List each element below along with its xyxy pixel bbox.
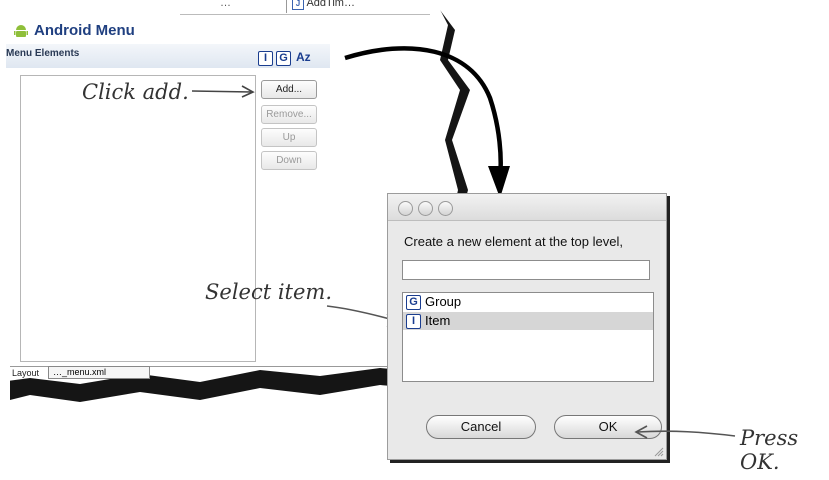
top-tab-1[interactable]: … [220, 0, 231, 9]
dialog-titlebar [388, 194, 666, 221]
annotation-press-ok: Press OK. [740, 426, 799, 474]
dialog-prompt: Create a new element at the top level, [404, 234, 623, 249]
annotation-click-add: Click add. [82, 80, 189, 104]
group-filter-icon[interactable]: G [276, 51, 291, 66]
list-item-item[interactable]: I Item [403, 312, 653, 330]
arrow-to-add [191, 85, 255, 98]
layout-tab[interactable]: Layout [12, 368, 39, 378]
resize-grip-icon[interactable] [654, 447, 664, 457]
top-tab-2[interactable]: J AddTim… [292, 0, 355, 10]
up-button[interactable]: Up [261, 128, 317, 147]
menu-xml-tab[interactable]: …_menu.xml [48, 366, 150, 379]
close-window-icon[interactable] [398, 201, 413, 216]
add-button[interactable]: Add... [261, 80, 317, 99]
java-file-icon: J [292, 0, 304, 10]
section-header: Menu Elements I G Az [6, 44, 330, 68]
sort-alpha-icon[interactable]: Az [296, 50, 311, 64]
cancel-button[interactable]: Cancel [426, 415, 536, 439]
list-item-group[interactable]: G Group [403, 293, 653, 311]
element-type-list[interactable]: G Group I Item [402, 292, 654, 382]
minimize-window-icon[interactable] [418, 201, 433, 216]
annotation-select-item: Select item. [205, 280, 333, 304]
top-tab-2-label: AddTim… [306, 0, 355, 9]
menu-element-tree[interactable] [20, 75, 256, 362]
down-button[interactable]: Down [261, 151, 317, 170]
list-item-label: Group [425, 294, 462, 309]
arrow-to-ok [634, 425, 736, 439]
curved-arrow-to-dialog [344, 46, 510, 198]
android-logo-icon [14, 24, 28, 38]
list-item-label: Item [425, 313, 451, 328]
item-filter-icon[interactable]: I [258, 51, 273, 66]
group-icon: G [406, 295, 421, 310]
new-element-dialog: Create a new element at the top level, G… [387, 193, 667, 460]
top-tab-divider [286, 0, 287, 13]
item-icon: I [406, 314, 421, 329]
editor-title: Android Menu [34, 22, 135, 39]
element-filter-input[interactable] [402, 260, 650, 280]
zoom-window-icon[interactable] [438, 201, 453, 216]
remove-button[interactable]: Remove... [261, 105, 317, 124]
top-tab-strip: … J AddTim… [180, 0, 430, 15]
section-label: Menu Elements [6, 48, 80, 59]
